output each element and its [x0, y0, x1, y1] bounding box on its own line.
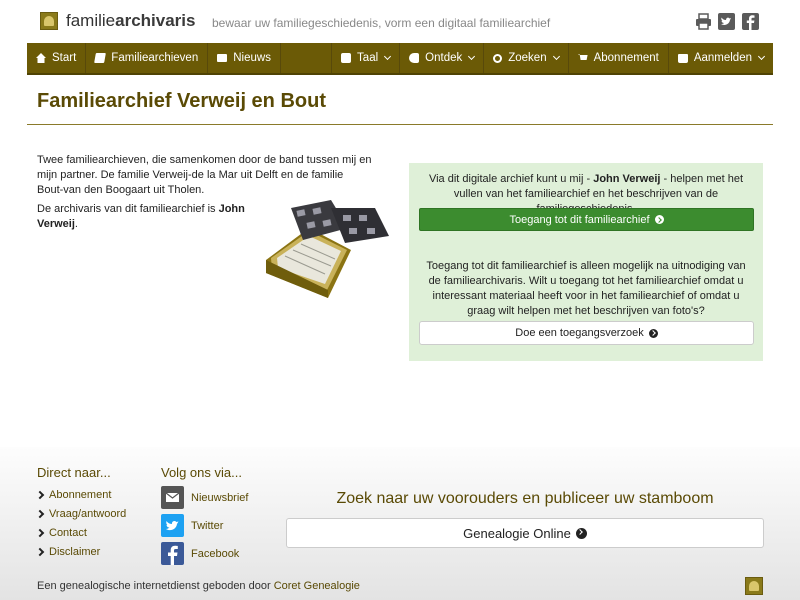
facebook-icon[interactable]	[742, 13, 759, 30]
coret-genealogie-link[interactable]: Coret Genealogie	[274, 580, 360, 592]
nav-news[interactable]: Nieuws	[208, 43, 281, 73]
chevron-down-icon	[757, 52, 766, 61]
curator-suffix: .	[74, 218, 78, 230]
search-icon	[493, 53, 503, 63]
access-info-text: Toegang tot dit familiearchief is alleen…	[426, 260, 746, 317]
nav-start[interactable]: Start	[27, 43, 87, 73]
newspaper-icon	[217, 54, 228, 62]
archive-access-label: Toegang tot dit familiearchief	[509, 213, 650, 226]
nav-discover-label: Ontdek	[425, 52, 463, 64]
access-request-label: Doe een toegangsverzoek	[515, 327, 644, 339]
nav-search-label: Zoeken	[508, 52, 547, 64]
cart-icon	[577, 54, 588, 60]
social-newsletter-label: Nieuwsbrief	[191, 491, 249, 504]
envelope-icon	[161, 486, 184, 509]
nav-subscription[interactable]: Abonnement	[569, 43, 669, 73]
social-newsletter[interactable]: Nieuwsbrief	[161, 486, 248, 509]
chevron-right-icon	[35, 547, 45, 557]
logo-icon[interactable]	[40, 12, 58, 30]
footer-link-contact[interactable]: Contact	[35, 527, 87, 539]
genealogy-online-button[interactable]: Genealogie Online	[286, 518, 764, 548]
social-twitter-label: Twitter	[191, 519, 224, 532]
footer-link-label: Contact	[49, 527, 87, 539]
footer-link-disclaimer[interactable]: Disclaimer	[35, 546, 101, 558]
footer-credit-prefix: Een genealogische internetdienst geboden…	[37, 580, 274, 592]
archive-curator: De archivaris van dit familiearchief is …	[37, 202, 257, 232]
logo-text-bold: archivaris	[115, 11, 196, 30]
chevron-down-icon	[552, 52, 560, 61]
lock-icon	[677, 53, 688, 63]
chevron-circle-right-icon	[648, 328, 658, 338]
nav-subscription-label: Abonnement	[593, 52, 659, 64]
logo-text-light: familie	[66, 11, 116, 30]
chevron-right-icon	[35, 509, 45, 519]
footer-direct-heading: Direct naar...	[37, 465, 111, 480]
nav-spacer	[281, 43, 333, 73]
footer-link-subscription[interactable]: Abonnement	[35, 489, 112, 501]
social-facebook[interactable]: Facebook	[161, 542, 239, 565]
footer-link-label: Disclaimer	[49, 546, 101, 558]
logo-icon[interactable]	[745, 577, 763, 595]
home-icon	[36, 53, 46, 63]
ancestor-search-heading: Zoek naar uw voorouders en publiceer uw …	[336, 490, 714, 507]
archive-access-button[interactable]: Toegang tot dit familiearchief	[419, 208, 754, 231]
footer-link-label: Abonnement	[49, 489, 112, 501]
twitter-icon	[161, 514, 184, 537]
nav-language-label: Taal	[357, 52, 379, 64]
chevron-circle-right-icon	[575, 527, 587, 539]
nav-start-label: Start	[52, 52, 77, 64]
nav-login[interactable]: Aanmelden	[669, 43, 773, 73]
nav-archives[interactable]: Familiearchieven	[86, 43, 209, 73]
title-divider	[27, 124, 773, 125]
access-intro-prefix: Via dit digitale archief kunt u mij -	[428, 173, 594, 185]
archive-box-image	[266, 200, 389, 298]
site-tagline: bewaar uw familiegeschiedenis, vorm een …	[212, 16, 551, 30]
chevron-right-icon	[35, 528, 45, 538]
chevron-right-icon	[35, 490, 45, 500]
site-logo[interactable]: familiearchivaris	[66, 11, 195, 31]
site-header: familiearchivaris bewaar uw familiegesch…	[0, 0, 800, 44]
footer-link-faq[interactable]: Vraag/antwoord	[35, 508, 127, 520]
print-icon[interactable]	[695, 13, 712, 30]
nav-search[interactable]: Zoeken	[484, 43, 569, 73]
twitter-icon[interactable]	[718, 13, 735, 30]
chevron-circle-right-icon	[654, 215, 664, 224]
archive-intro: Twee familiearchieven, die samenkomen do…	[37, 154, 372, 196]
social-twitter[interactable]: Twitter	[161, 514, 223, 537]
nav-discover[interactable]: Ontdek	[400, 43, 485, 73]
access-intro-name: John Verweij	[593, 173, 661, 185]
nav-news-label: Nieuws	[233, 52, 271, 64]
facebook-icon	[161, 542, 184, 565]
nav-login-label: Aanmelden	[693, 52, 752, 64]
footer-follow-heading: Volg ons via...	[161, 465, 242, 480]
curator-prefix: De archivaris van dit familiearchief is	[37, 203, 219, 215]
nav-archives-label: Familiearchieven	[111, 52, 199, 64]
book-icon	[94, 53, 107, 63]
nav-language[interactable]: Taal	[332, 43, 401, 73]
language-icon	[341, 53, 352, 63]
pointing-hand-icon	[409, 53, 420, 63]
main-navbar: Start Familiearchieven Nieuws Taal Ontde…	[27, 43, 773, 75]
access-panel: Via dit digitale archief kunt u mij - Jo…	[409, 163, 763, 361]
genealogy-online-label: Genealogie Online	[463, 525, 571, 541]
chevron-down-icon	[384, 52, 392, 61]
footer-credit: Een genealogische internetdienst geboden…	[37, 580, 360, 592]
page-title: Familiearchief Verweij en Bout	[37, 90, 326, 112]
access-request-button[interactable]: Doe een toegangsverzoek	[419, 321, 754, 345]
footer-link-label: Vraag/antwoord	[49, 508, 127, 520]
social-facebook-label: Facebook	[191, 547, 240, 560]
chevron-down-icon	[468, 52, 476, 61]
site-footer: Direct naar... Abonnement Vraag/antwoord…	[0, 447, 800, 600]
